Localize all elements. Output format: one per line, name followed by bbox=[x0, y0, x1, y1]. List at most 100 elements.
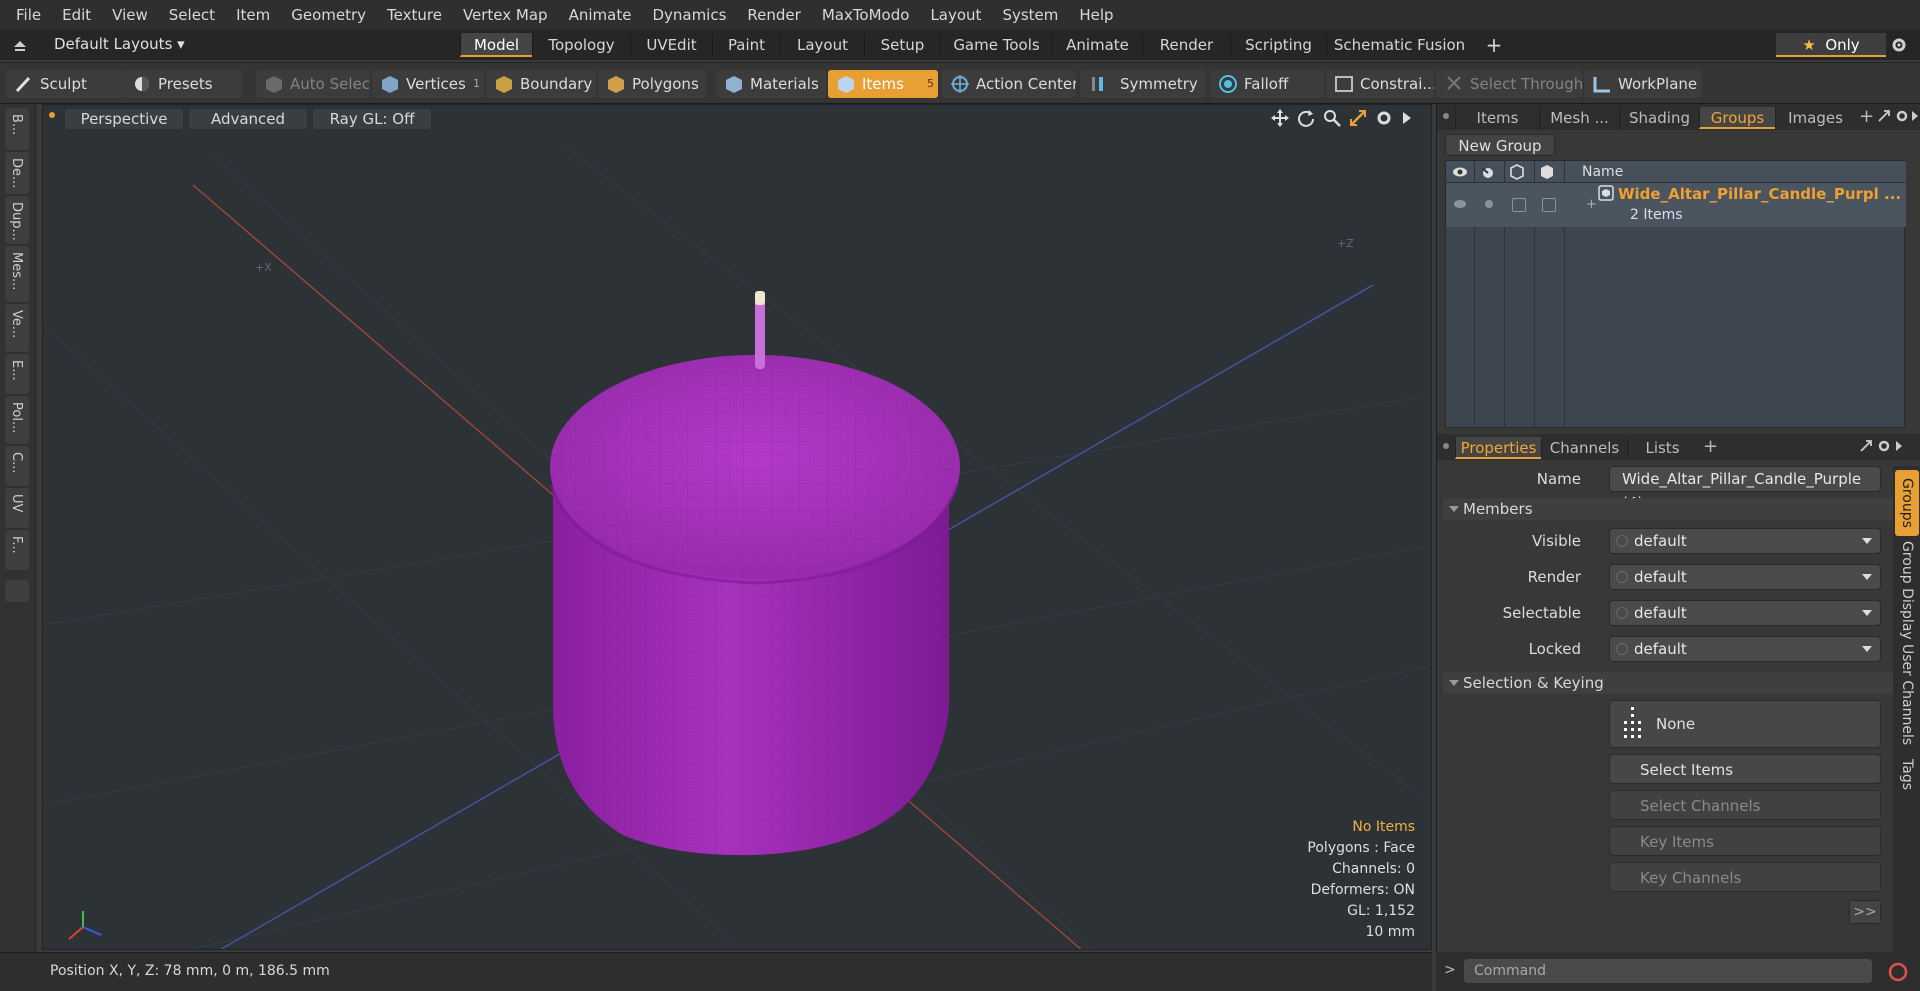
select-through-button[interactable]: Select Through bbox=[1436, 70, 1582, 98]
tab-images[interactable]: Images bbox=[1775, 107, 1855, 129]
panel-expand-icon[interactable] bbox=[1911, 110, 1919, 122]
menu-dynamics[interactable]: Dynamics bbox=[644, 0, 739, 30]
vertices-button[interactable]: Vertices 1 bbox=[372, 70, 484, 98]
side-tab-tags[interactable]: Tags bbox=[1895, 750, 1919, 798]
tab-shading[interactable]: Shading bbox=[1619, 107, 1699, 129]
selection-set-button[interactable]: None bbox=[1609, 700, 1881, 748]
row-render-icon[interactable] bbox=[1482, 196, 1496, 210]
render-icon[interactable] bbox=[1480, 164, 1496, 180]
left-tab-edge[interactable]: E... bbox=[5, 354, 29, 394]
menu-texture[interactable]: Texture bbox=[379, 0, 455, 30]
name-input[interactable]: Wide_Altar_Pillar_Candle_Purple (4) bbox=[1609, 466, 1881, 512]
row-lock-checkbox[interactable] bbox=[1542, 198, 1556, 212]
menu-layout[interactable]: Layout bbox=[922, 0, 994, 30]
channel-dot-icon[interactable] bbox=[1616, 535, 1628, 547]
workplane-button[interactable]: WorkPlane bbox=[1584, 70, 1702, 98]
tab-uvedit[interactable]: UVEdit bbox=[630, 33, 712, 57]
menu-help[interactable]: Help bbox=[1071, 0, 1126, 30]
constraints-button[interactable]: Constrai... bbox=[1326, 70, 1434, 98]
side-tab-user-channels[interactable]: User Channels bbox=[1895, 644, 1919, 746]
tab-model[interactable]: Model bbox=[460, 33, 532, 57]
panel-menu-dot-icon[interactable] bbox=[1443, 443, 1449, 449]
name-column-header[interactable]: Name bbox=[1582, 164, 1623, 180]
tab-render[interactable]: Render bbox=[1142, 33, 1230, 57]
menu-item[interactable]: Item bbox=[228, 0, 283, 30]
menu-file[interactable]: File bbox=[8, 0, 54, 30]
menu-select[interactable]: Select bbox=[161, 0, 228, 30]
key-channels-button[interactable]: Key Channels bbox=[1609, 862, 1881, 892]
menu-maxtomodo[interactable]: MaxToModo bbox=[814, 0, 923, 30]
menu-vertex-map[interactable]: Vertex Map bbox=[455, 0, 561, 30]
key-items-button[interactable]: Key Items bbox=[1609, 826, 1881, 856]
selectable-cube-icon[interactable] bbox=[1510, 164, 1524, 180]
visible-dropdown[interactable]: default bbox=[1609, 528, 1881, 554]
lock-cube-icon[interactable] bbox=[1540, 164, 1554, 180]
left-tab-vertex[interactable]: Ve... bbox=[5, 304, 29, 352]
left-tab-curve[interactable]: C... bbox=[5, 446, 29, 486]
expand-plus-icon[interactable]: + bbox=[1586, 197, 1597, 212]
left-tab-polygon[interactable]: Pol... bbox=[5, 396, 29, 444]
side-tab-groups[interactable]: Groups bbox=[1895, 470, 1919, 536]
add-tab-button[interactable]: + bbox=[1476, 33, 1512, 57]
new-group-button[interactable]: New Group bbox=[1445, 134, 1555, 156]
selectable-dropdown[interactable]: default bbox=[1609, 600, 1881, 626]
tab-setup[interactable]: Setup bbox=[864, 33, 940, 57]
eye-icon[interactable] bbox=[1452, 165, 1468, 179]
record-icon[interactable] bbox=[1886, 960, 1910, 984]
left-tab-duplicate[interactable]: Dup... bbox=[5, 196, 29, 244]
tab-properties[interactable]: Properties bbox=[1455, 437, 1541, 459]
auto-select-button[interactable]: Auto Select bbox=[256, 70, 370, 98]
menu-render[interactable]: Render bbox=[739, 0, 813, 30]
sculpt-button[interactable]: Sculpt bbox=[6, 70, 124, 98]
tab-groups[interactable]: Groups bbox=[1699, 107, 1775, 129]
tab-mesh[interactable]: Mesh ... bbox=[1539, 107, 1619, 129]
add-panel-tab-button[interactable]: + bbox=[1859, 106, 1874, 127]
left-tab-basic[interactable]: B... bbox=[5, 108, 29, 150]
panel-gear-icon[interactable] bbox=[1895, 109, 1909, 123]
menu-animate[interactable]: Animate bbox=[561, 0, 645, 30]
layout-preset-dropdown[interactable]: Default Layouts ▾ bbox=[54, 35, 185, 53]
menu-system[interactable]: System bbox=[994, 0, 1071, 30]
panel-menu-dot-icon[interactable] bbox=[1443, 113, 1449, 119]
candle-mesh[interactable] bbox=[549, 291, 960, 856]
side-tab-group-display[interactable]: Group Display bbox=[1895, 540, 1919, 640]
collapse-up-icon[interactable] bbox=[12, 38, 28, 52]
only-toggle[interactable]: ★ Only bbox=[1776, 33, 1886, 57]
tab-schematic-fusion[interactable]: Schematic Fusion bbox=[1326, 33, 1472, 57]
left-tab-deform[interactable]: De... bbox=[5, 152, 29, 194]
members-section[interactable]: Members bbox=[1443, 498, 1893, 520]
command-input[interactable]: Command bbox=[1464, 959, 1872, 983]
menu-view[interactable]: View bbox=[104, 0, 161, 30]
polygons-button[interactable]: Polygons bbox=[598, 70, 706, 98]
more-button[interactable]: >> bbox=[1849, 900, 1881, 924]
tab-paint[interactable]: Paint bbox=[712, 33, 780, 57]
symmetry-button[interactable]: Symmetry bbox=[1080, 70, 1206, 98]
falloff-button[interactable]: Falloff bbox=[1210, 70, 1324, 98]
channel-dot-icon[interactable] bbox=[1616, 607, 1628, 619]
tab-items[interactable]: Items bbox=[1455, 107, 1539, 129]
channel-dot-icon[interactable] bbox=[1616, 643, 1628, 655]
menu-geometry[interactable]: Geometry bbox=[283, 0, 379, 30]
items-button[interactable]: Items 5 bbox=[828, 70, 938, 98]
row-eye-icon[interactable] bbox=[1452, 197, 1468, 211]
action-center-button[interactable]: Action Center bbox=[942, 70, 1076, 98]
boundary-button[interactable]: Boundary bbox=[486, 70, 596, 98]
channel-dot-icon[interactable] bbox=[1616, 571, 1628, 583]
group-name[interactable]: Wide_Altar_Pillar_Candle_Purpl ... bbox=[1618, 185, 1901, 203]
group-row[interactable]: + Wide_Altar_Pillar_Candle_Purpl ... 2 I… bbox=[1446, 183, 1906, 227]
left-tab-mesh-edit[interactable]: Mes... bbox=[5, 246, 29, 302]
tab-game-tools[interactable]: Game Tools bbox=[940, 33, 1052, 57]
tab-scripting[interactable]: Scripting bbox=[1230, 33, 1326, 57]
materials-button[interactable]: Materials bbox=[716, 70, 826, 98]
menu-edit[interactable]: Edit bbox=[54, 0, 104, 30]
panel-expand-icon[interactable] bbox=[1895, 440, 1903, 452]
3d-viewport[interactable]: Perspective Advanced Ray GL: Off +X +Z N… bbox=[42, 104, 1432, 950]
presets-button[interactable]: Presets bbox=[124, 70, 242, 98]
gear-icon[interactable] bbox=[1890, 36, 1908, 54]
tab-animate[interactable]: Animate bbox=[1052, 33, 1142, 57]
selection-keying-section[interactable]: Selection & Keying bbox=[1443, 672, 1893, 694]
left-tab-fusion[interactable]: F... bbox=[5, 530, 29, 570]
maximize-panel-icon[interactable] bbox=[1859, 439, 1873, 453]
tab-channels[interactable]: Channels bbox=[1541, 437, 1627, 459]
render-dropdown[interactable]: default bbox=[1609, 564, 1881, 590]
